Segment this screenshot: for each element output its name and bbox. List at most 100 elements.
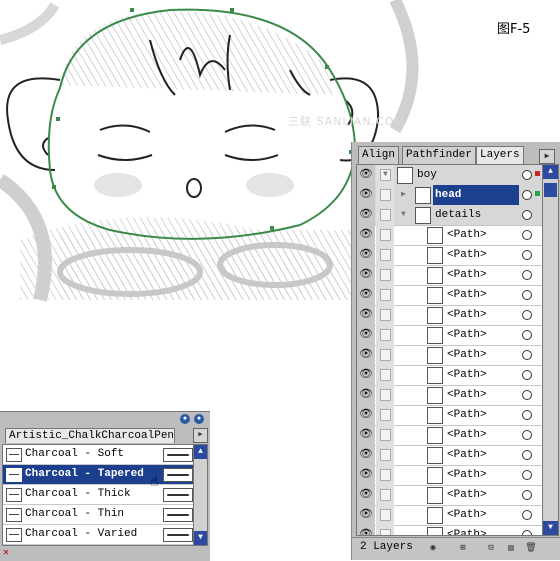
lock-toggle[interactable]	[376, 225, 394, 245]
visibility-eye-icon[interactable]: 👁	[357, 365, 375, 385]
scroll-down-icon[interactable]: ▼	[543, 521, 558, 535]
brush-scrollbar[interactable]: ▲ ▼	[193, 444, 208, 546]
lock-toggle[interactable]	[376, 285, 394, 305]
visibility-eye-icon[interactable]: 👁	[357, 385, 375, 405]
lock-toggle[interactable]	[376, 365, 394, 385]
layer-row-path[interactable]: 👁 <Path>	[357, 525, 542, 535]
lock-toggle[interactable]	[376, 345, 394, 365]
make-clipping-mask-icon[interactable]: ⊞	[456, 542, 470, 555]
layer-row-path[interactable]: 👁 <Path>	[357, 465, 542, 486]
visibility-eye-icon[interactable]: 👁	[357, 405, 375, 425]
expand-triangle-icon[interactable]: ▼	[401, 205, 406, 225]
target-circle-icon[interactable]	[522, 170, 532, 180]
tab-align[interactable]: Align	[358, 146, 400, 164]
target-circle-icon[interactable]	[522, 350, 532, 360]
layer-row-boy[interactable]: 👁 ▼ boy	[357, 165, 542, 186]
target-circle-icon[interactable]	[522, 190, 532, 200]
target-circle-icon[interactable]	[522, 230, 532, 240]
panel-menu-icon[interactable]: ▶	[539, 149, 555, 164]
visibility-eye-icon[interactable]: 👁	[357, 165, 375, 185]
lock-toggle[interactable]	[376, 205, 394, 225]
lock-toggle[interactable]	[376, 325, 394, 345]
layer-row-path[interactable]: 👁 <Path>	[357, 425, 542, 446]
target-circle-icon[interactable]	[522, 530, 532, 535]
brush-item[interactable]: Charcoal - Thick	[3, 485, 193, 505]
target-circle-icon[interactable]	[522, 450, 532, 460]
target-circle-icon[interactable]	[522, 470, 532, 480]
layer-row-details[interactable]: 👁 ▼ details	[357, 205, 542, 226]
target-circle-icon[interactable]	[522, 510, 532, 520]
layer-row-path[interactable]: 👁 <Path>	[357, 265, 542, 286]
locate-object-icon[interactable]: ◉	[426, 542, 440, 555]
lock-toggle[interactable]	[376, 465, 394, 485]
lock-toggle[interactable]	[376, 525, 394, 535]
layer-row-path[interactable]: 👁 <Path>	[357, 305, 542, 326]
target-circle-icon[interactable]	[522, 310, 532, 320]
brush-item[interactable]: Charcoal - Varied	[3, 525, 193, 545]
visibility-eye-icon[interactable]: 👁	[357, 185, 375, 205]
layer-row-path[interactable]: 👁 <Path>	[357, 245, 542, 266]
lock-toggle[interactable]	[376, 445, 394, 465]
lock-toggle[interactable]	[376, 245, 394, 265]
target-circle-icon[interactable]	[522, 370, 532, 380]
visibility-eye-icon[interactable]: 👁	[357, 465, 375, 485]
target-circle-icon[interactable]	[522, 270, 532, 280]
visibility-eye-icon[interactable]: 👁	[357, 505, 375, 525]
brush-scroll-up-icon[interactable]: ▲	[194, 445, 207, 459]
target-circle-icon[interactable]	[522, 410, 532, 420]
tab-pathfinder[interactable]: Pathfinder	[402, 146, 477, 164]
target-circle-icon[interactable]	[522, 490, 532, 500]
layer-row-path[interactable]: 👁 <Path>	[357, 445, 542, 466]
lock-toggle[interactable]	[376, 385, 394, 405]
layer-row-path[interactable]: 👁 <Path>	[357, 285, 542, 306]
target-circle-icon[interactable]	[522, 210, 532, 220]
layer-row-path[interactable]: 👁 <Path>	[357, 485, 542, 506]
target-circle-icon[interactable]	[522, 290, 532, 300]
layer-row-path[interactable]: 👁 <Path>	[357, 365, 542, 386]
brush-item[interactable]: Charcoal - Soft	[3, 445, 193, 465]
layer-row-head[interactable]: 👁 ▶ head	[357, 185, 542, 206]
minimize-icon[interactable]: ●	[180, 414, 190, 424]
brush-item[interactable]: Charcoal - Thin	[3, 505, 193, 525]
lock-toggle[interactable]	[376, 505, 394, 525]
visibility-eye-icon[interactable]: 👁	[357, 525, 375, 535]
lock-toggle[interactable]	[376, 405, 394, 425]
tab-layers[interactable]: Layers	[476, 146, 524, 164]
brush-scroll-down-icon[interactable]: ▼	[194, 531, 207, 545]
target-circle-icon[interactable]	[522, 330, 532, 340]
expand-triangle-icon[interactable]: ▶	[401, 185, 406, 205]
trash-icon[interactable]: 🗑	[524, 542, 538, 555]
remove-brush-stroke-icon[interactable]: ✕	[3, 547, 9, 559]
target-circle-icon[interactable]	[522, 430, 532, 440]
new-layer-icon[interactable]: ▤	[504, 542, 518, 555]
visibility-eye-icon[interactable]: 👁	[357, 305, 375, 325]
layer-row-path[interactable]: 👁 <Path>	[357, 225, 542, 246]
visibility-eye-icon[interactable]: 👁	[357, 245, 375, 265]
brush-panel-menu-icon[interactable]: ▶	[193, 428, 208, 443]
visibility-eye-icon[interactable]: 👁	[357, 325, 375, 345]
layer-row-path[interactable]: 👁 <Path>	[357, 405, 542, 426]
visibility-eye-icon[interactable]: 👁	[357, 265, 375, 285]
expand-triangle-icon[interactable]: ▼	[383, 165, 388, 185]
lock-toggle[interactable]	[376, 265, 394, 285]
visibility-eye-icon[interactable]: 👁	[357, 445, 375, 465]
layer-row-path[interactable]: 👁 <Path>	[357, 325, 542, 346]
target-circle-icon[interactable]	[522, 390, 532, 400]
visibility-eye-icon[interactable]: 👁	[357, 345, 375, 365]
layer-row-path[interactable]: 👁 <Path>	[357, 385, 542, 406]
visibility-eye-icon[interactable]: 👁	[357, 425, 375, 445]
new-sublayer-icon[interactable]: ⊟	[484, 542, 498, 555]
layer-row-path[interactable]: 👁 <Path>	[357, 505, 542, 526]
lock-toggle[interactable]	[376, 485, 394, 505]
brush-library-tab[interactable]: Artistic_ChalkCharcoalPenci	[5, 428, 175, 443]
brush-item[interactable]: Charcoal - Tapered	[3, 465, 193, 485]
visibility-eye-icon[interactable]: 👁	[357, 285, 375, 305]
visibility-eye-icon[interactable]: 👁	[357, 225, 375, 245]
lock-toggle[interactable]	[376, 185, 394, 205]
lock-toggle[interactable]	[376, 305, 394, 325]
visibility-eye-icon[interactable]: 👁	[357, 205, 375, 225]
layers-scrollbar[interactable]: ▲ ▼	[542, 164, 559, 536]
scroll-up-icon[interactable]: ▲	[543, 165, 558, 179]
layer-row-path[interactable]: 👁 <Path>	[357, 345, 542, 366]
lock-toggle[interactable]	[376, 425, 394, 445]
